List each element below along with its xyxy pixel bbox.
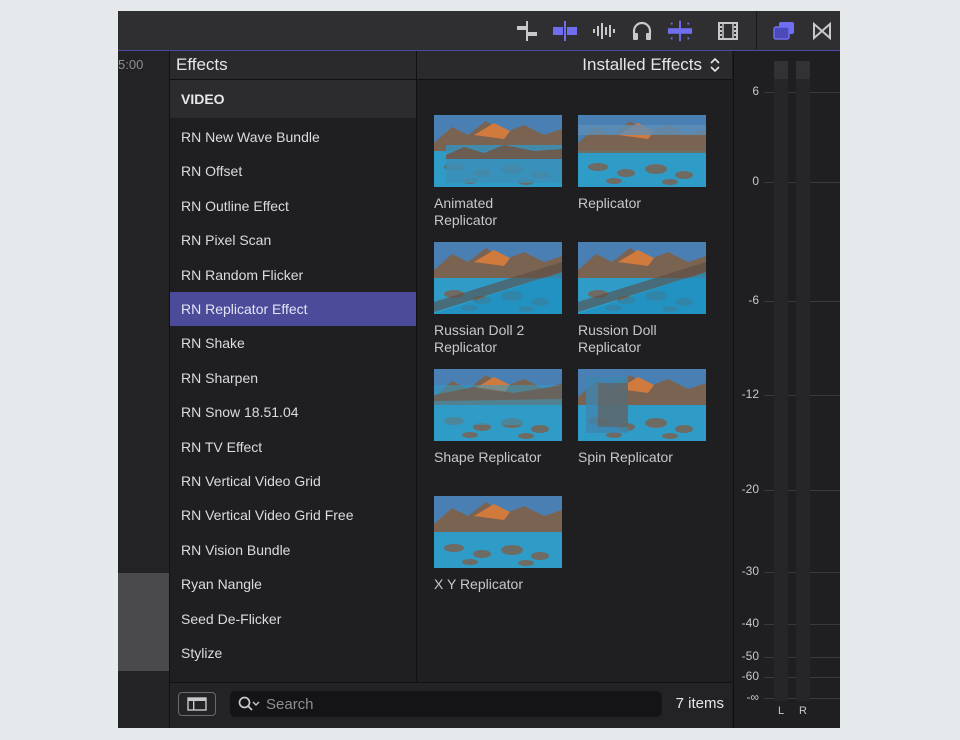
app-window: 5:00 Effects Installed Effects VIDEO RN … [118, 11, 840, 728]
effect-thumbnail[interactable] [434, 496, 562, 568]
timecode-label: 5:00 [118, 57, 144, 72]
sidebar-icon [187, 697, 207, 711]
meter-channel-bar [774, 61, 788, 701]
effect-thumbnail[interactable] [434, 115, 562, 187]
toolbar-divider [756, 11, 757, 50]
meter-peak-cap [796, 61, 810, 79]
sidebar-toggle-button[interactable] [178, 692, 216, 716]
transitions-icon[interactable] [809, 18, 835, 44]
filmstrip-icon[interactable] [715, 18, 741, 44]
effect-thumbnail[interactable] [578, 115, 706, 187]
category-item[interactable]: RN Snow 18.51.04 [170, 395, 416, 429]
meter-tick-label: -30 [741, 564, 759, 578]
category-section-header: VIDEO [170, 80, 416, 118]
meter-tick-label: -6 [748, 293, 759, 307]
category-list: VIDEO RN New Wave Bundle RN Offset RN Outl… [170, 80, 417, 682]
effect-label[interactable]: Russion Doll [578, 322, 718, 339]
timeline-clip[interactable] [118, 573, 169, 671]
category-item[interactable]: RN Vision Bundle [170, 533, 416, 567]
bottom-bar: 7 items [170, 682, 732, 728]
category-item[interactable]: RN New Wave Bundle [170, 120, 416, 154]
category-item[interactable]: RN Replicator Effect [170, 292, 416, 326]
search-icon[interactable] [238, 696, 260, 712]
library-selector[interactable]: Installed Effects [582, 55, 720, 75]
effect-label-line2: Replicator [434, 212, 498, 228]
append-clip-icon[interactable] [552, 18, 578, 44]
category-item[interactable]: Ryan Nangle [170, 567, 416, 601]
meter-tick-label: 0 [752, 174, 759, 188]
meter-tick-label: -12 [741, 387, 759, 401]
meter-channel-label: R [799, 705, 807, 717]
meter-channel-label: L [777, 705, 785, 717]
timeline-strip: 5:00 [118, 51, 170, 728]
meter-peak-cap [774, 61, 788, 79]
search-field[interactable] [230, 691, 662, 717]
meter-tick-label: -40 [741, 616, 759, 630]
category-item[interactable]: RN Sharpen [170, 361, 416, 395]
effect-label[interactable]: Shape Replicator [434, 449, 574, 466]
meter-tick-label: -∞ [746, 690, 759, 704]
effect-label[interactable]: Replicator [578, 195, 718, 212]
effect-label[interactable]: Russian Doll 2 [434, 322, 574, 339]
skimming-icon[interactable] [667, 18, 693, 44]
meter-tick-label: -60 [741, 669, 759, 683]
meter-tick-label: -50 [741, 649, 759, 663]
effect-label[interactable]: Spin Replicator [578, 449, 718, 466]
connect-clip-icon[interactable] [514, 18, 540, 44]
category-item[interactable]: RN Pixel Scan [170, 223, 416, 257]
meter-tick-label: -20 [741, 482, 759, 496]
category-item[interactable]: RN Vertical Video Grid Free [170, 498, 416, 532]
audio-meter: 6 0 -6 -12 -20 -30 -40 -50 -60 -∞ L R [733, 51, 840, 728]
category-item[interactable]: RN Outline Effect [170, 189, 416, 223]
updown-chevron-icon [710, 57, 720, 73]
effect-thumbnail[interactable] [434, 242, 562, 314]
audio-waveform-icon[interactable] [591, 18, 617, 44]
effect-thumbnail[interactable] [434, 369, 562, 441]
effects-browser: Animated Replicator Replicator Russian Doll… [417, 80, 732, 682]
category-item[interactable]: RN Shake [170, 326, 416, 360]
category-item[interactable]: Seed De-Flicker [170, 602, 416, 636]
effect-label-line2: Replicator [578, 339, 642, 355]
browser-toggle-icon[interactable] [771, 18, 797, 44]
effect-label[interactable]: X Y Replicator [434, 576, 574, 593]
category-item[interactable]: RN Vertical Video Grid [170, 464, 416, 498]
effect-thumbnail[interactable] [578, 242, 706, 314]
header-divider [416, 51, 417, 79]
category-item[interactable]: RN Offset [170, 154, 416, 188]
effects-panel-header: Effects Installed Effects [170, 51, 732, 80]
effect-thumbnail[interactable] [578, 369, 706, 441]
toolbar [118, 11, 840, 51]
library-selector-label: Installed Effects [582, 55, 702, 74]
effect-label-line2: Replicator [434, 339, 498, 355]
category-item[interactable]: Stylize [170, 636, 416, 670]
headphones-icon[interactable] [629, 18, 655, 44]
panel-title: Effects [176, 55, 228, 74]
search-input[interactable] [266, 691, 646, 717]
item-count: 7 items [675, 695, 724, 712]
meter-tick-label: 6 [752, 84, 759, 98]
category-item[interactable]: RN Random Flicker [170, 258, 416, 292]
meter-channel-bar [796, 61, 810, 701]
category-item[interactable]: RN TV Effect [170, 430, 416, 464]
effect-label[interactable]: Animated [434, 195, 574, 212]
